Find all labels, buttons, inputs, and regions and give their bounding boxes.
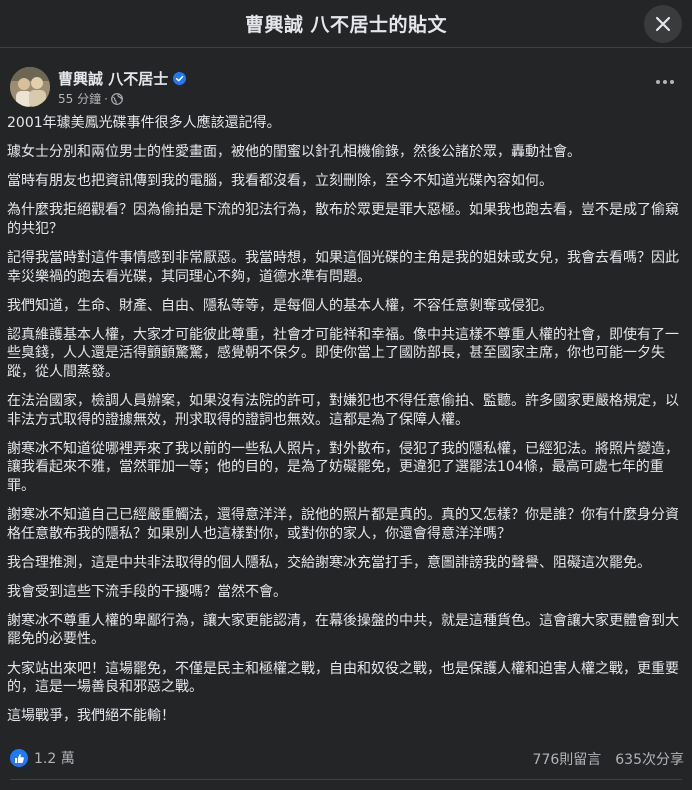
footer-divider bbox=[10, 779, 682, 780]
reaction-summary[interactable]: 1.2 萬 bbox=[10, 748, 75, 768]
post-paragraph: 當時有朋友也把資訊傳到我的電腦，我看都沒看，立刻刪除，至今不知道光碟內容如何。 bbox=[7, 173, 553, 190]
dialog-title: 曹興誠 八不居士的貼文 bbox=[244, 14, 448, 36]
author-row: 曹興誠 八不居士 bbox=[58, 68, 187, 89]
dialog-header: 曹興誠 八不居士的貼文 bbox=[0, 0, 692, 47]
post-paragraph: 在法治國家，檢調人員辦案，如果沒有法院的許可，對嫌犯也不得任意偷拍、監聽。許多國… bbox=[7, 393, 679, 428]
thumbs-up-icon bbox=[10, 749, 28, 767]
post-paragraph: 大家站出來吧！這場罷免，不僅是民主和極權之戰，自由和奴役之戰，也是保護人權和迫害… bbox=[7, 660, 679, 696]
engagement-stats: 776則留言 635次分享 bbox=[533, 749, 684, 769]
post-paragraph: 為什麼我拒絕觀看？因為偷拍是下流的犯法行為，散布於眾更是罪大惡極。如果我也跑去看… bbox=[7, 202, 679, 237]
post-header: 曹興誠 八不居士 55 分鐘 · bbox=[0, 48, 692, 114]
reaction-count: 1.2 萬 bbox=[34, 751, 75, 767]
close-button[interactable] bbox=[644, 5, 682, 43]
more-options-icon bbox=[656, 80, 674, 84]
public-globe-icon bbox=[111, 92, 123, 105]
post-paragraph: 2001年璩美鳳光碟事件很多人應該還記得。 bbox=[7, 115, 281, 131]
post-meta: 55 分鐘 · bbox=[58, 90, 123, 107]
post-body: 2001年璩美鳳光碟事件很多人應該還記得。 璩女士分別和兩位男士的性愛畫面，被他… bbox=[7, 114, 683, 736]
post-timestamp[interactable]: 55 分鐘 bbox=[58, 90, 101, 107]
meta-separator: · bbox=[104, 91, 108, 106]
post-paragraph: 謝寒冰不尊重人權的卑鄙行為，讓大家更能認清，在幕後操盤的中共，就是這種貨色。這會… bbox=[7, 612, 679, 648]
post-paragraph: 謝寒冰不知道自己已經嚴重觸法，還得意洋洋，說他的照片都是真的。真的又怎樣？你是誰… bbox=[7, 507, 679, 542]
post-footer: 1.2 萬 776則留言 635次分享 bbox=[0, 742, 692, 776]
post-paragraph: 我會受到這些下流手段的干擾嗎？當然不會。 bbox=[7, 583, 287, 600]
share-count[interactable]: 635次分享 bbox=[615, 749, 684, 769]
post-paragraph: 我合理推測，這是中共非法取得的個人隱私，交給謝寒冰充當打手，意圖誹謗我的聲譽、阻… bbox=[7, 554, 651, 571]
more-options-button[interactable] bbox=[650, 71, 680, 93]
verified-badge-icon bbox=[173, 72, 187, 85]
avatar[interactable] bbox=[10, 67, 50, 107]
comment-count[interactable]: 776則留言 bbox=[533, 749, 602, 769]
post-paragraph: 認真維護基本人權，大家才可能彼此尊重，社會才可能祥和幸福。像中共這樣不尊重人權的… bbox=[7, 326, 679, 380]
author-name[interactable]: 曹興誠 八不居士 bbox=[58, 68, 168, 89]
post-paragraph: 我們知道，生命、財產、自由、隱私等等，是每個人的基本人權，不容任意剝奪或侵犯。 bbox=[7, 297, 553, 314]
post-paragraph: 璩女士分別和兩位男士的性愛畫面，被他的閨蜜以針孔相機偷錄，然後公諸於眾，轟動社會… bbox=[7, 144, 581, 161]
post-paragraph: 這場戰爭，我們絕不能輸！ bbox=[7, 708, 175, 725]
close-icon bbox=[655, 16, 671, 32]
post-paragraph: 記得我當時對這件事情感到非常厭惡。我當時想，如果這個光碟的主角是我的姐妹或女兒，… bbox=[7, 249, 679, 285]
post-paragraph: 謝寒冰不知道從哪裡弄來了我以前的一些私人照片，對外散布，侵犯了我的隱私權，已經犯… bbox=[7, 440, 679, 494]
